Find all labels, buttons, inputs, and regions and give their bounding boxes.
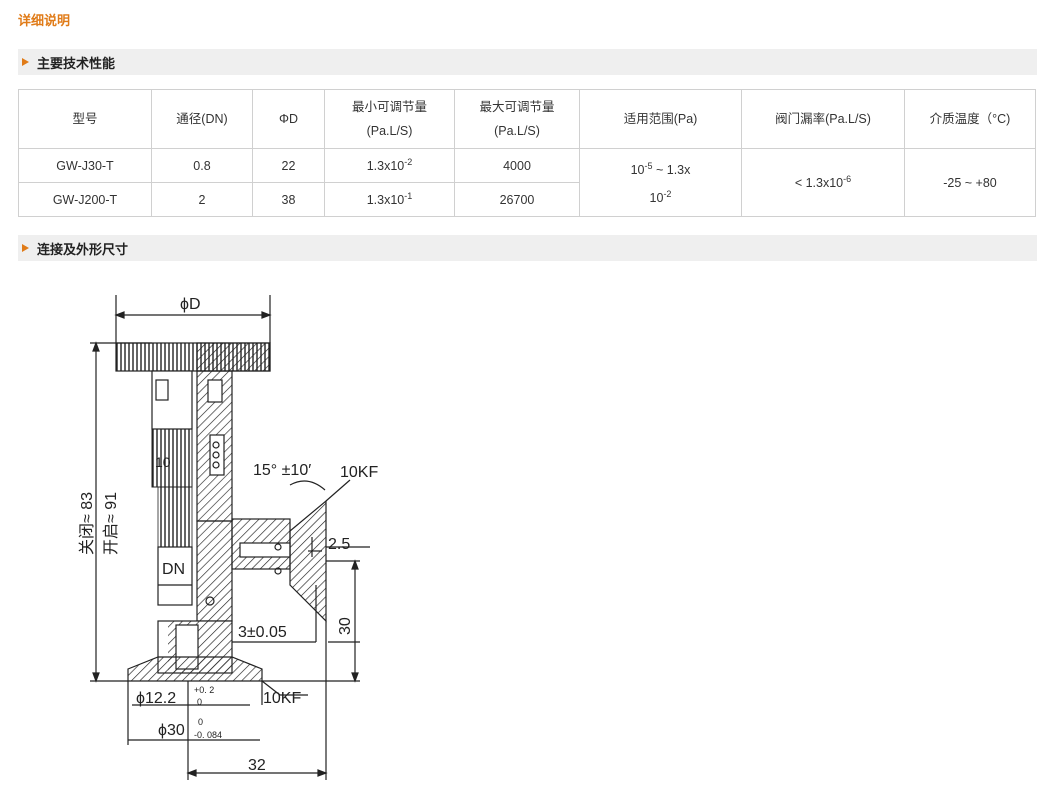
page: 详细说明 主要技术性能 型号 通径(DN) ΦD 最小可调节量 (Pa.L/S) …	[0, 0, 1055, 800]
cell-dn: 0.8	[151, 148, 253, 183]
cell-model: GW-J30-T	[18, 148, 152, 183]
cell-min: 1.3x10-2	[324, 148, 455, 183]
phi12-tol-up: +0. 2	[194, 685, 214, 695]
dim-2-5-label: 2.5	[328, 536, 350, 553]
phi30-label: ϕ30	[158, 722, 185, 739]
detail-title: 详细说明	[18, 13, 71, 28]
header-range: 适用范围(Pa)	[579, 89, 742, 149]
open-label: 开启≈ 91	[102, 492, 120, 555]
cell-phid: 22	[252, 148, 325, 183]
angle-label: 15° ±10′	[253, 462, 311, 479]
section-header-specs: 主要技术性能	[18, 49, 1037, 75]
dial-label: 10	[155, 454, 171, 470]
table-header-row: 型号 通径(DN) ΦD 最小可调节量 (Pa.L/S) 最大可调节量 (Pa.L/…	[18, 89, 1036, 149]
header-model: 型号	[18, 89, 152, 149]
cell-temp: -25 ~ +80	[904, 148, 1036, 217]
kf-top-label: 10KF	[340, 464, 378, 481]
section-title: 连接及外形尺寸	[37, 241, 129, 257]
phi12-label: ϕ12.2	[136, 690, 176, 707]
cell-max: 26700	[454, 182, 580, 217]
dim-30-label: 30	[337, 617, 354, 635]
phi30-tol-up: 0	[198, 717, 203, 727]
header-dn: 通径(DN)	[151, 89, 253, 149]
cell-dn: 2	[151, 182, 253, 217]
cell-min: 1.3x10-1	[324, 182, 455, 217]
spec-table: 型号 通径(DN) ΦD 最小可调节量 (Pa.L/S) 最大可调节量 (Pa.L/…	[18, 89, 1036, 217]
closed-label: 关闭≈ 83	[78, 492, 96, 555]
phid-label: ϕD	[180, 296, 201, 313]
cell-leak: < 1.3x10-6	[741, 148, 905, 217]
cell-model: GW-J200-T	[18, 182, 152, 217]
section-title: 主要技术性能	[37, 55, 116, 71]
header-leak: 阀门漏率(Pa.L/S)	[741, 89, 905, 149]
header-min: 最小可调节量 (Pa.L/S)	[324, 89, 455, 149]
phi30-tol-dn: -0. 084	[194, 730, 222, 740]
cell-range: 10-5 ~ 1.3x 10-2	[579, 148, 742, 217]
dim-32-label: 32	[248, 757, 266, 774]
valve-dimension-drawing: ϕD 15° ±10′ 10KF 2.5 DN 3±0.05 10 ϕ12.2 …	[78, 295, 378, 780]
section-header-dimensions: 连接及外形尺寸	[18, 235, 1037, 261]
table-row: GW-J30-T 0.8 22 1.3x10-2 4000 10-5 ~ 1.3…	[18, 148, 1036, 217]
phi12-tol-dn: 0	[197, 697, 202, 707]
header-max: 最大可调节量 (Pa.L/S)	[454, 89, 580, 149]
dn-label: DN	[162, 561, 185, 578]
cell-phid: 38	[252, 182, 325, 217]
cell-max: 4000	[454, 148, 580, 183]
header-temp: 介质温度（°C)	[904, 89, 1036, 149]
triangle-bullet-icon	[22, 58, 29, 66]
kf-bottom-label: 10KF	[263, 690, 301, 707]
dim-3-label: 3±0.05	[238, 624, 287, 641]
header-phid: ΦD	[252, 89, 325, 149]
triangle-bullet-icon	[22, 244, 29, 252]
